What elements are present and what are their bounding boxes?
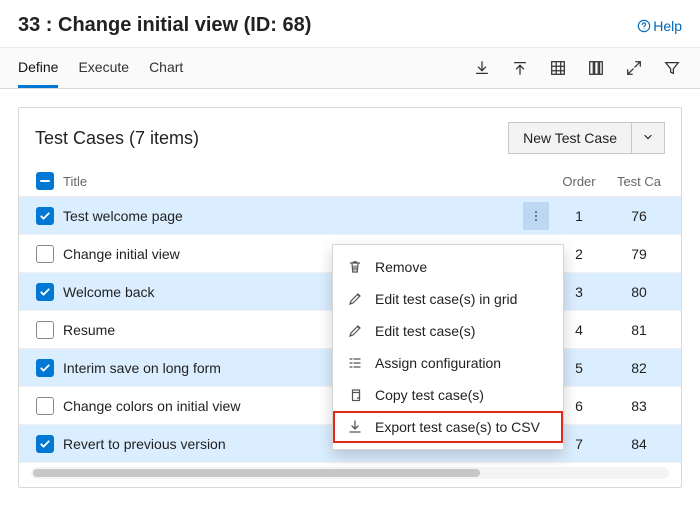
menu-edit-label: Edit test case(s) xyxy=(375,323,475,339)
tab-execute[interactable]: Execute xyxy=(78,48,129,88)
row-order: 1 xyxy=(549,208,609,224)
pencil-icon xyxy=(347,323,363,339)
expand-icon[interactable] xyxy=(624,58,644,78)
column-testcase[interactable]: Test Ca xyxy=(609,174,669,189)
horizontal-scrollbar[interactable] xyxy=(31,467,669,479)
menu-assign[interactable]: Assign configuration xyxy=(333,347,563,379)
row-actions-button[interactable] xyxy=(523,202,549,230)
chevron-down-icon xyxy=(642,131,654,143)
row-id: 81 xyxy=(609,322,669,338)
menu-edit-grid-label: Edit test case(s) in grid xyxy=(375,291,517,307)
row-title: Test welcome page xyxy=(59,208,523,224)
trash-icon xyxy=(347,259,363,275)
columns-icon[interactable] xyxy=(586,58,606,78)
help-label: Help xyxy=(653,18,682,34)
download-icon[interactable] xyxy=(472,58,492,78)
filter-icon[interactable] xyxy=(662,58,682,78)
menu-export-csv-label: Export test case(s) to CSV xyxy=(375,419,540,435)
row-checkbox[interactable] xyxy=(36,359,54,377)
card-title: Test Cases (7 items) xyxy=(35,128,508,149)
menu-remove-label: Remove xyxy=(375,259,427,275)
row-checkbox[interactable] xyxy=(36,245,54,263)
help-icon xyxy=(637,19,651,33)
menu-copy-label: Copy test case(s) xyxy=(375,387,484,403)
new-test-case-dropdown[interactable] xyxy=(631,123,664,153)
row-id: 80 xyxy=(609,284,669,300)
grid-header-row: Title Order Test Ca xyxy=(19,166,681,197)
upload-icon[interactable] xyxy=(510,58,530,78)
help-link[interactable]: Help xyxy=(637,18,682,34)
row-checkbox[interactable] xyxy=(36,283,54,301)
menu-remove[interactable]: Remove xyxy=(333,251,563,283)
tab-define[interactable]: Define xyxy=(18,48,58,88)
table-row[interactable]: Test welcome page 176 xyxy=(19,197,681,235)
row-checkbox[interactable] xyxy=(36,435,54,453)
new-test-case-label[interactable]: New Test Case xyxy=(509,123,631,153)
scrollbar-thumb[interactable] xyxy=(33,469,480,477)
column-order[interactable]: Order xyxy=(549,174,609,189)
menu-copy[interactable]: Copy test case(s) xyxy=(333,379,563,411)
column-title[interactable]: Title xyxy=(59,174,523,189)
select-all-checkbox[interactable] xyxy=(36,172,54,190)
row-checkbox[interactable] xyxy=(36,321,54,339)
row-id: 84 xyxy=(609,436,669,452)
menu-assign-label: Assign configuration xyxy=(375,355,501,371)
grid-icon[interactable] xyxy=(548,58,568,78)
menu-export-csv[interactable]: Export test case(s) to CSV xyxy=(333,411,563,443)
menu-edit[interactable]: Edit test case(s) xyxy=(333,315,563,347)
more-vertical-icon xyxy=(529,209,543,223)
menu-edit-grid[interactable]: Edit test case(s) in grid xyxy=(333,283,563,315)
context-menu: Remove Edit test case(s) in grid Edit te… xyxy=(332,244,564,450)
row-id: 76 xyxy=(609,208,669,224)
tab-chart[interactable]: Chart xyxy=(149,48,183,88)
copy-icon xyxy=(347,387,363,403)
list-icon xyxy=(347,355,363,371)
row-id: 83 xyxy=(609,398,669,414)
row-checkbox[interactable] xyxy=(36,397,54,415)
pencil-icon xyxy=(347,291,363,307)
download-icon xyxy=(347,419,363,435)
row-id: 79 xyxy=(609,246,669,262)
row-checkbox[interactable] xyxy=(36,207,54,225)
row-id: 82 xyxy=(609,360,669,376)
new-test-case-button[interactable]: New Test Case xyxy=(508,122,665,154)
page-title: 33 : Change initial view (ID: 68) xyxy=(18,14,637,37)
tab-bar: Define Execute Chart xyxy=(0,47,700,89)
